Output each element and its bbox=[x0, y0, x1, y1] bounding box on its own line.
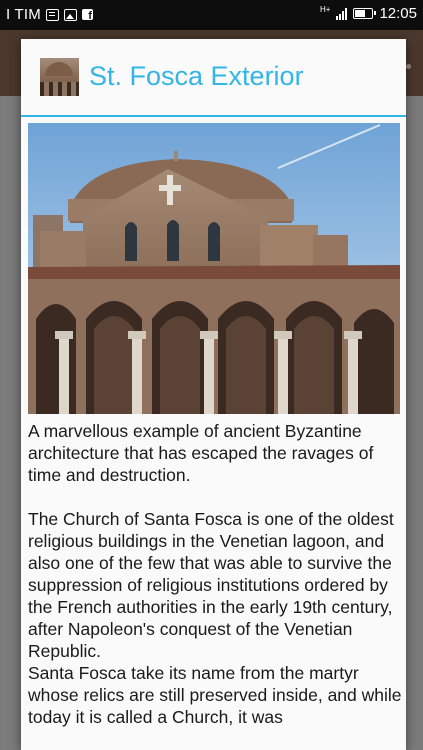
signal-icon bbox=[336, 7, 348, 20]
paragraph-name-origin: Santa Fosca take its name from the marty… bbox=[28, 663, 402, 727]
facebook-icon bbox=[81, 9, 93, 22]
paragraph-history: The Church of Santa Fosca is one of the … bbox=[28, 509, 394, 661]
paragraph-intro: A marvellous example of ancient Byzantin… bbox=[28, 421, 374, 485]
dialog-body-text: A marvellous example of ancient Byzantin… bbox=[28, 420, 402, 728]
church-photo bbox=[28, 123, 400, 414]
clock: 12:05 bbox=[379, 5, 417, 22]
message-icon bbox=[45, 8, 59, 21]
status-bar: I TIM H+ 12:05 bbox=[0, 0, 423, 30]
status-left: I TIM bbox=[6, 6, 93, 23]
carrier-label: I TIM bbox=[6, 6, 41, 23]
dialog-title: St. Fosca Exterior bbox=[89, 61, 304, 91]
dialog-header: St. Fosca Exterior bbox=[21, 39, 406, 117]
church-thumbnail-icon bbox=[40, 58, 79, 96]
status-right: H+ 12:05 bbox=[320, 5, 417, 22]
info-dialog: St. Fosca Exterior A marvellous example … bbox=[21, 39, 406, 750]
network-type-label: H+ bbox=[320, 4, 331, 14]
battery-icon bbox=[353, 8, 377, 19]
image-icon bbox=[63, 8, 77, 21]
overflow-menu-icon bbox=[406, 64, 411, 69]
